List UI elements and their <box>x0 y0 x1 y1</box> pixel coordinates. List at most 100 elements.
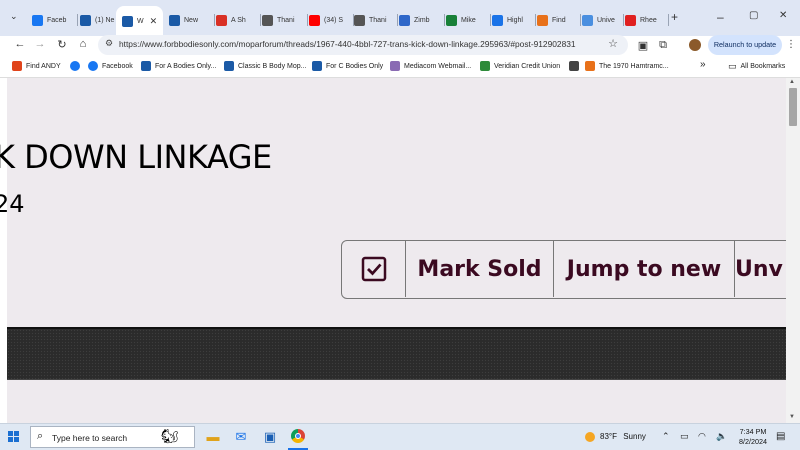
browser-tab[interactable]: Mike <box>446 9 491 31</box>
tab-separator <box>580 14 581 26</box>
all-bookmarks-label: All Bookmarks <box>740 63 786 70</box>
globe-icon <box>262 14 273 26</box>
extensions-puzzle-icon[interactable]: ⧉ <box>656 39 670 53</box>
taskbar-search-box[interactable]: ⌕ Type here to search 🐿 <box>30 426 195 448</box>
tab-label: (1) Ne <box>95 16 115 24</box>
globe-icon <box>582 14 593 26</box>
extension-badge-icon[interactable]: ▣ <box>636 39 650 53</box>
bookmark-label: Veridian Credit Union <box>494 62 561 70</box>
browser-tab[interactable]: Thani <box>262 9 308 31</box>
browser-tab[interactable]: (34) S <box>309 9 354 31</box>
moparts-icon <box>141 61 151 71</box>
new-tab-button[interactable]: + <box>671 10 678 24</box>
forward-button[interactable]: → <box>32 38 48 50</box>
bookmark-item[interactable]: The 1970 Hamtramc... <box>585 61 669 71</box>
puzzle-app-icon <box>399 14 410 26</box>
browser-tab[interactable]: Highl <box>492 9 536 31</box>
bookmark-label: Find ANDY <box>26 62 61 70</box>
andy-icon <box>12 61 22 71</box>
bookmark-item[interactable]: Veridian Credit Union <box>480 61 560 71</box>
taskbar-clock[interactable]: 7:34 PM 8/2/2024 <box>735 427 771 447</box>
home-button[interactable]: ⌂ <box>75 38 91 50</box>
browser-tab[interactable]: Unive <box>582 9 624 31</box>
mark-sold-button[interactable]: Mark Sold <box>406 241 554 297</box>
scroll-down-icon[interactable]: ▼ <box>789 414 795 420</box>
video-icon <box>492 14 503 26</box>
network-icon[interactable]: ◠ <box>698 431 706 442</box>
browser-tab[interactable]: Thani <box>354 9 398 31</box>
volume-icon[interactable]: 🔈 <box>716 431 727 442</box>
bookmark-item[interactable]: Find ANDY <box>12 61 61 71</box>
browser-tab[interactable]: New <box>169 9 215 31</box>
browser-tab[interactable]: A Sh <box>216 9 261 31</box>
facebook-icon <box>88 61 98 71</box>
maximize-button[interactable]: ▢ <box>749 10 758 21</box>
bookmark-label: Mediacom Webmail... <box>404 62 472 70</box>
bookmark-label: For C Bodies Only <box>326 62 384 70</box>
windows-start-button[interactable] <box>8 431 20 443</box>
back-button[interactable]: ← <box>12 38 28 50</box>
bookmark-item[interactable]: Facebook <box>88 61 133 71</box>
close-tab-icon[interactable]: ✕ <box>150 16 158 27</box>
store-icon[interactable]: ▣ <box>262 429 278 445</box>
scrollbar-thumb[interactable] <box>789 88 797 126</box>
select-checkbox-button[interactable] <box>342 241 406 297</box>
notifications-icon[interactable]: ▤ <box>776 431 785 442</box>
unwatch-label: Unv <box>735 256 783 282</box>
mail-icon[interactable]: ✉ <box>233 429 249 445</box>
jump-to-new-button[interactable]: Jump to new <box>554 241 735 297</box>
tab-search-chevron-icon[interactable]: ⌄ <box>10 11 18 22</box>
tab-separator <box>444 14 445 26</box>
tab-label: W <box>137 17 144 25</box>
browser-menu-icon[interactable]: ⋮ <box>786 39 796 50</box>
browser-tab[interactable]: W ✕ <box>116 6 163 36</box>
browser-tab[interactable]: Find <box>537 9 581 31</box>
bookmark-item[interactable]: Classic B Body Mop... <box>224 61 306 71</box>
file-explorer-icon[interactable]: ▬ <box>205 429 221 445</box>
profile-avatar[interactable] <box>688 39 702 53</box>
find-icon <box>537 14 548 26</box>
windows-taskbar: ⌕ Type here to search 🐿 ▬ ✉ ▣ 83°F Sunny… <box>0 423 800 450</box>
bookmark-item[interactable]: For A Bodies Only... <box>141 61 216 71</box>
site-info-icon[interactable]: ⚙ <box>105 38 113 49</box>
bookmark-item[interactable]: For C Bodies Only <box>312 61 383 71</box>
minimize-button[interactable]: – <box>717 10 724 24</box>
unwatch-button[interactable]: Unv <box>735 241 786 297</box>
youtube-icon <box>309 14 320 26</box>
address-bar[interactable]: ⚙ https://www.forbbodiesonly.com/moparfo… <box>98 35 628 55</box>
bookmarks-overflow-button[interactable]: » <box>700 59 706 70</box>
fs-icon <box>569 61 579 71</box>
vertical-scrollbar[interactable]: ▲ ▼ <box>786 78 800 423</box>
weather-text: Sunny <box>623 432 646 442</box>
browser-tab[interactable]: Zimb <box>399 9 445 31</box>
folder-icon: ▭ <box>728 61 737 71</box>
weather-widget[interactable]: 83°F Sunny <box>585 432 646 442</box>
tab-label: Zimb <box>414 16 430 24</box>
close-window-button[interactable]: ✕ <box>779 10 787 21</box>
bookmark-item[interactable] <box>70 61 84 71</box>
url-text[interactable]: https://www.forbbodiesonly.com/moparforu… <box>119 39 576 49</box>
relaunch-to-update-button[interactable]: Relaunch to update <box>708 35 782 55</box>
reload-button[interactable]: ↻ <box>54 38 70 51</box>
all-bookmarks-button[interactable]: ▭ All Bookmarks <box>728 61 785 72</box>
scroll-up-icon[interactable]: ▲ <box>789 79 795 85</box>
clock-date: 8/2/2024 <box>739 437 767 446</box>
tab-separator <box>397 14 398 26</box>
show-hidden-icons-icon[interactable]: ⌃ <box>662 431 670 442</box>
facebook-icon <box>32 14 43 26</box>
red-logo-icon <box>625 14 636 26</box>
bookmark-item[interactable]: Mediacom Webmail... <box>390 61 471 71</box>
tab-label: Unive <box>597 16 615 24</box>
bookmark-star-icon[interactable]: ☆ <box>608 37 618 50</box>
browser-tab[interactable]: Faceb <box>32 9 78 31</box>
tab-label: New <box>184 16 199 24</box>
bookmark-item[interactable] <box>569 61 583 71</box>
bookmark-label: Facebook <box>102 62 133 70</box>
bookmark-label: The 1970 Hamtramc... <box>599 62 669 70</box>
battery-icon[interactable]: ▭ <box>680 431 689 442</box>
tab-label: A Sh <box>231 16 246 24</box>
browser-tab[interactable]: Rhee <box>625 9 669 31</box>
tab-label: Highl <box>507 16 523 24</box>
chrome-taskbar-icon[interactable] <box>290 429 306 445</box>
checkbox-icon <box>361 256 386 282</box>
